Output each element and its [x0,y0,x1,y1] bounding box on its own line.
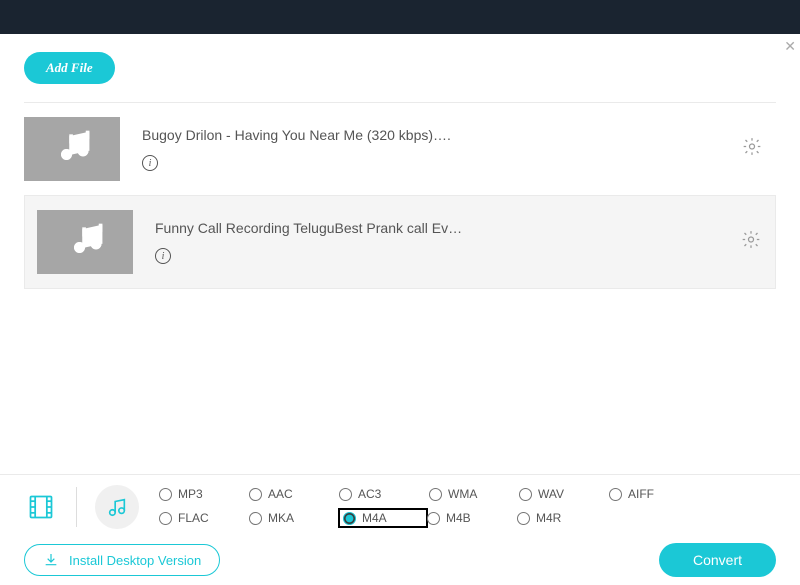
music-thumbnail-icon [24,117,120,181]
format-radio[interactable] [343,512,356,525]
format-label: M4A [362,511,387,525]
format-label: AIFF [628,487,654,501]
audio-format-icon[interactable] [95,485,139,529]
file-list: Bugoy Drilon - Having You Near Me (320 k… [24,102,776,289]
format-radio[interactable] [609,488,622,501]
file-title: Bugoy Drilon - Having You Near Me (320 k… [142,127,776,143]
file-row[interactable]: Funny Call Recording TeluguBest Prank ca… [24,195,776,289]
info-icon[interactable]: i [155,248,171,264]
settings-icon[interactable] [741,230,761,255]
format-option-m4a[interactable]: M4A [339,509,427,527]
format-option-aac[interactable]: AAC [249,487,339,501]
format-label: MKA [268,511,294,525]
video-format-icon[interactable] [24,490,58,524]
window-titlebar [0,0,800,34]
format-label: WMA [448,487,477,501]
format-label: M4B [446,511,471,525]
add-file-button[interactable]: Add File [24,52,115,84]
format-option-ac3[interactable]: AC3 [339,487,429,501]
format-option-mka[interactable]: MKA [249,509,339,527]
install-desktop-button[interactable]: Install Desktop Version [24,544,220,576]
download-icon [43,552,59,568]
settings-icon[interactable] [742,137,762,162]
format-label: WAV [538,487,564,501]
format-label: AAC [268,487,293,501]
format-option-m4r[interactable]: M4R [517,509,607,527]
format-options: MP3 AAC AC3 WMA WAV AIFF FLAC MKA M4A M4B M4R [159,487,719,527]
format-radio[interactable] [159,488,172,501]
format-radio[interactable] [249,512,262,525]
format-radio[interactable] [159,512,172,525]
format-option-m4b[interactable]: M4B [427,509,517,527]
file-title: Funny Call Recording TeluguBest Prank ca… [155,220,775,236]
format-label: FLAC [178,511,209,525]
format-radio[interactable] [517,512,530,525]
file-info: Funny Call Recording TeluguBest Prank ca… [155,220,775,265]
format-radio[interactable] [427,512,440,525]
install-label: Install Desktop Version [69,553,201,568]
format-option-aiff[interactable]: AIFF [609,487,699,501]
format-label: AC3 [358,487,381,501]
format-radio[interactable] [339,488,352,501]
format-radio[interactable] [429,488,442,501]
format-option-mp3[interactable]: MP3 [159,487,249,501]
format-option-wav[interactable]: WAV [519,487,609,501]
info-icon[interactable]: i [142,155,158,171]
format-radio[interactable] [249,488,262,501]
file-row[interactable]: Bugoy Drilon - Having You Near Me (320 k… [24,102,776,195]
file-info: Bugoy Drilon - Having You Near Me (320 k… [142,127,776,172]
divider [76,487,77,527]
close-icon[interactable]: ✕ [784,38,796,55]
format-option-wma[interactable]: WMA [429,487,519,501]
convert-button[interactable]: Convert [659,543,776,577]
format-radio[interactable] [519,488,532,501]
music-thumbnail-icon [37,210,133,274]
format-label: MP3 [178,487,203,501]
format-option-flac[interactable]: FLAC [159,509,249,527]
format-label: M4R [536,511,561,525]
format-panel: MP3 AAC AC3 WMA WAV AIFF FLAC MKA M4A M4B M4R [0,474,800,539]
